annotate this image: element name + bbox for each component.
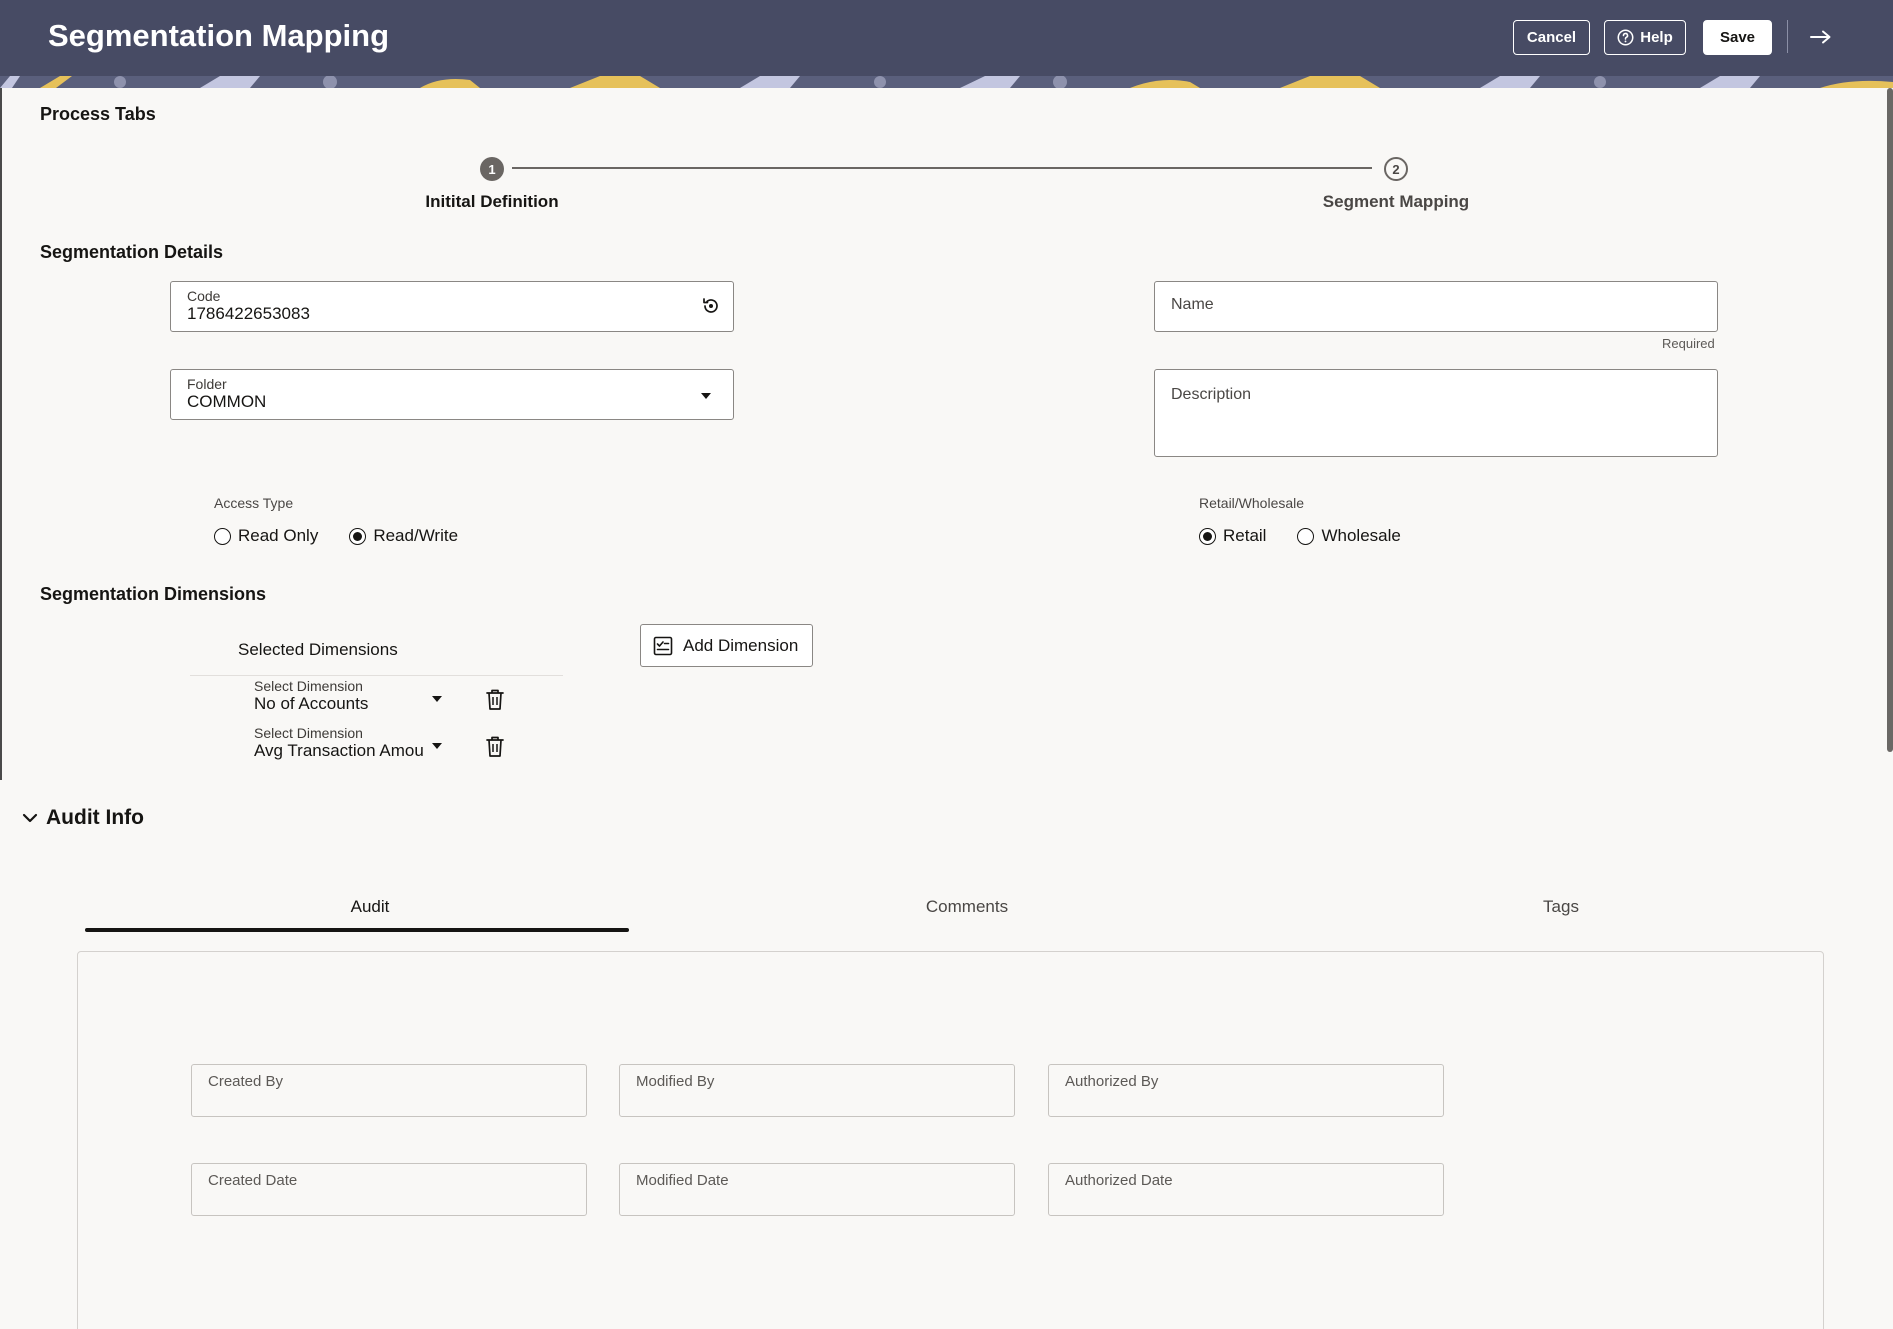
- modified-by-field: Modified By: [619, 1064, 1015, 1117]
- chevron-down-icon[interactable]: [432, 743, 442, 749]
- created-by-field: Created By: [191, 1064, 587, 1117]
- audit-panel: Created By Modified By Authorized By Cre…: [77, 951, 1824, 1329]
- folder-value: COMMON: [187, 392, 267, 411]
- tab-audit[interactable]: Audit: [330, 897, 410, 917]
- refresh-icon[interactable]: [701, 296, 721, 316]
- radio-retail-control[interactable]: [1199, 527, 1216, 545]
- created-date-field: Created Date: [191, 1163, 587, 1216]
- left-edge-line: [0, 88, 2, 780]
- page-scrollbar[interactable]: [1887, 88, 1893, 752]
- authorized-by-label: Authorized By: [1065, 1073, 1159, 1090]
- name-placeholder: Name: [1171, 296, 1214, 313]
- dimensions-divider: [190, 675, 563, 676]
- radio-read-only[interactable]: Read Only: [214, 526, 318, 546]
- radio-read-write[interactable]: Read/Write: [349, 526, 458, 546]
- tab-tags[interactable]: Tags: [1521, 897, 1601, 917]
- chevron-down-icon[interactable]: [432, 696, 442, 702]
- code-value: 1786422653083: [187, 304, 310, 323]
- radio-retail[interactable]: Retail: [1199, 526, 1266, 546]
- retail-wholesale-radio-group: Retail Wholesale: [1199, 526, 1432, 546]
- tab-comments[interactable]: Comments: [907, 897, 1027, 917]
- page-header: Segmentation Mapping Cancel Help Save: [0, 0, 1893, 88]
- created-by-label: Created By: [208, 1073, 284, 1090]
- name-field[interactable]: Name: [1154, 281, 1718, 332]
- name-required-hint: Required: [1662, 336, 1715, 351]
- dimension-select-2[interactable]: Select Dimension Avg Transaction Amou: [254, 725, 454, 761]
- radio-read-only-control[interactable]: [214, 527, 231, 545]
- exit-arrow-icon[interactable]: [1806, 22, 1836, 52]
- radio-retail-label: Retail: [1223, 526, 1267, 545]
- add-dimension-button[interactable]: Add Dimension: [640, 624, 813, 667]
- dimension-select-1-label: Select Dimension: [254, 678, 363, 694]
- code-field[interactable]: Code 1786422653083: [170, 281, 734, 332]
- radio-wholesale-label: Wholesale: [1321, 526, 1401, 545]
- header-divider: [1787, 20, 1788, 53]
- radio-wholesale[interactable]: Wholesale: [1297, 526, 1401, 546]
- help-circle-icon: [1617, 29, 1634, 46]
- dimension-select-1[interactable]: Select Dimension No of Accounts: [254, 678, 454, 714]
- radio-read-write-label: Read/Write: [373, 526, 459, 545]
- authorized-date-field: Authorized Date: [1048, 1163, 1444, 1216]
- authorized-date-label: Authorized Date: [1065, 1172, 1173, 1189]
- save-button[interactable]: Save: [1703, 20, 1772, 55]
- radio-read-write-control[interactable]: [349, 527, 367, 545]
- modified-date-label: Modified Date: [636, 1172, 729, 1189]
- dimension-select-2-value: Avg Transaction Amou: [254, 741, 424, 760]
- radio-read-only-label: Read Only: [238, 526, 319, 545]
- add-dimension-label: Add Dimension: [683, 635, 799, 655]
- radio-wholesale-control[interactable]: [1297, 527, 1315, 545]
- retail-wholesale-label: Retail/Wholesale: [1199, 495, 1305, 511]
- help-button[interactable]: Help: [1604, 20, 1686, 55]
- dimension-select-1-value: No of Accounts: [254, 694, 369, 713]
- trash-icon[interactable]: [484, 735, 506, 759]
- audit-info-toggle[interactable]: Audit Info: [22, 806, 144, 830]
- step-2-indicator[interactable]: 2: [1384, 157, 1408, 181]
- access-type-label: Access Type: [214, 495, 294, 511]
- step-1-indicator[interactable]: 1: [480, 157, 504, 181]
- trash-icon[interactable]: [484, 688, 506, 712]
- audit-info-title: Audit Info: [46, 806, 144, 829]
- folder-select[interactable]: Folder COMMON: [170, 369, 734, 420]
- authorized-by-field: Authorized By: [1048, 1064, 1444, 1117]
- modified-by-label: Modified By: [636, 1073, 715, 1090]
- step-1-label[interactable]: Initital Definition: [372, 192, 612, 212]
- header-decorative-pattern: [0, 76, 1893, 88]
- step-2-label[interactable]: Segment Mapping: [1276, 192, 1516, 212]
- segmentation-details-title: Segmentation Details: [40, 242, 224, 262]
- dimension-select-2-label: Select Dimension: [254, 725, 363, 741]
- active-tab-indicator: [85, 928, 629, 932]
- segmentation-dimensions-title: Segmentation Dimensions: [40, 584, 267, 604]
- checklist-icon: [653, 636, 673, 655]
- process-tabs-title: Process Tabs: [40, 104, 156, 124]
- modified-date-field: Modified Date: [619, 1163, 1015, 1216]
- selected-dimensions-header: Selected Dimensions: [238, 640, 398, 659]
- chevron-down-icon[interactable]: [701, 393, 711, 399]
- description-placeholder: Description: [1171, 386, 1252, 403]
- description-field[interactable]: Description: [1154, 369, 1718, 457]
- created-date-label: Created Date: [208, 1172, 298, 1189]
- stepper-connector: [512, 167, 1372, 169]
- collapse-chevron-icon: [22, 813, 38, 823]
- code-label: Code: [187, 288, 221, 304]
- cancel-button[interactable]: Cancel: [1513, 20, 1590, 55]
- folder-label: Folder: [187, 376, 227, 392]
- page-title: Segmentation Mapping: [48, 18, 389, 53]
- access-type-radio-group: Read Only Read/Write: [214, 526, 489, 546]
- help-label: Help: [1640, 29, 1673, 46]
